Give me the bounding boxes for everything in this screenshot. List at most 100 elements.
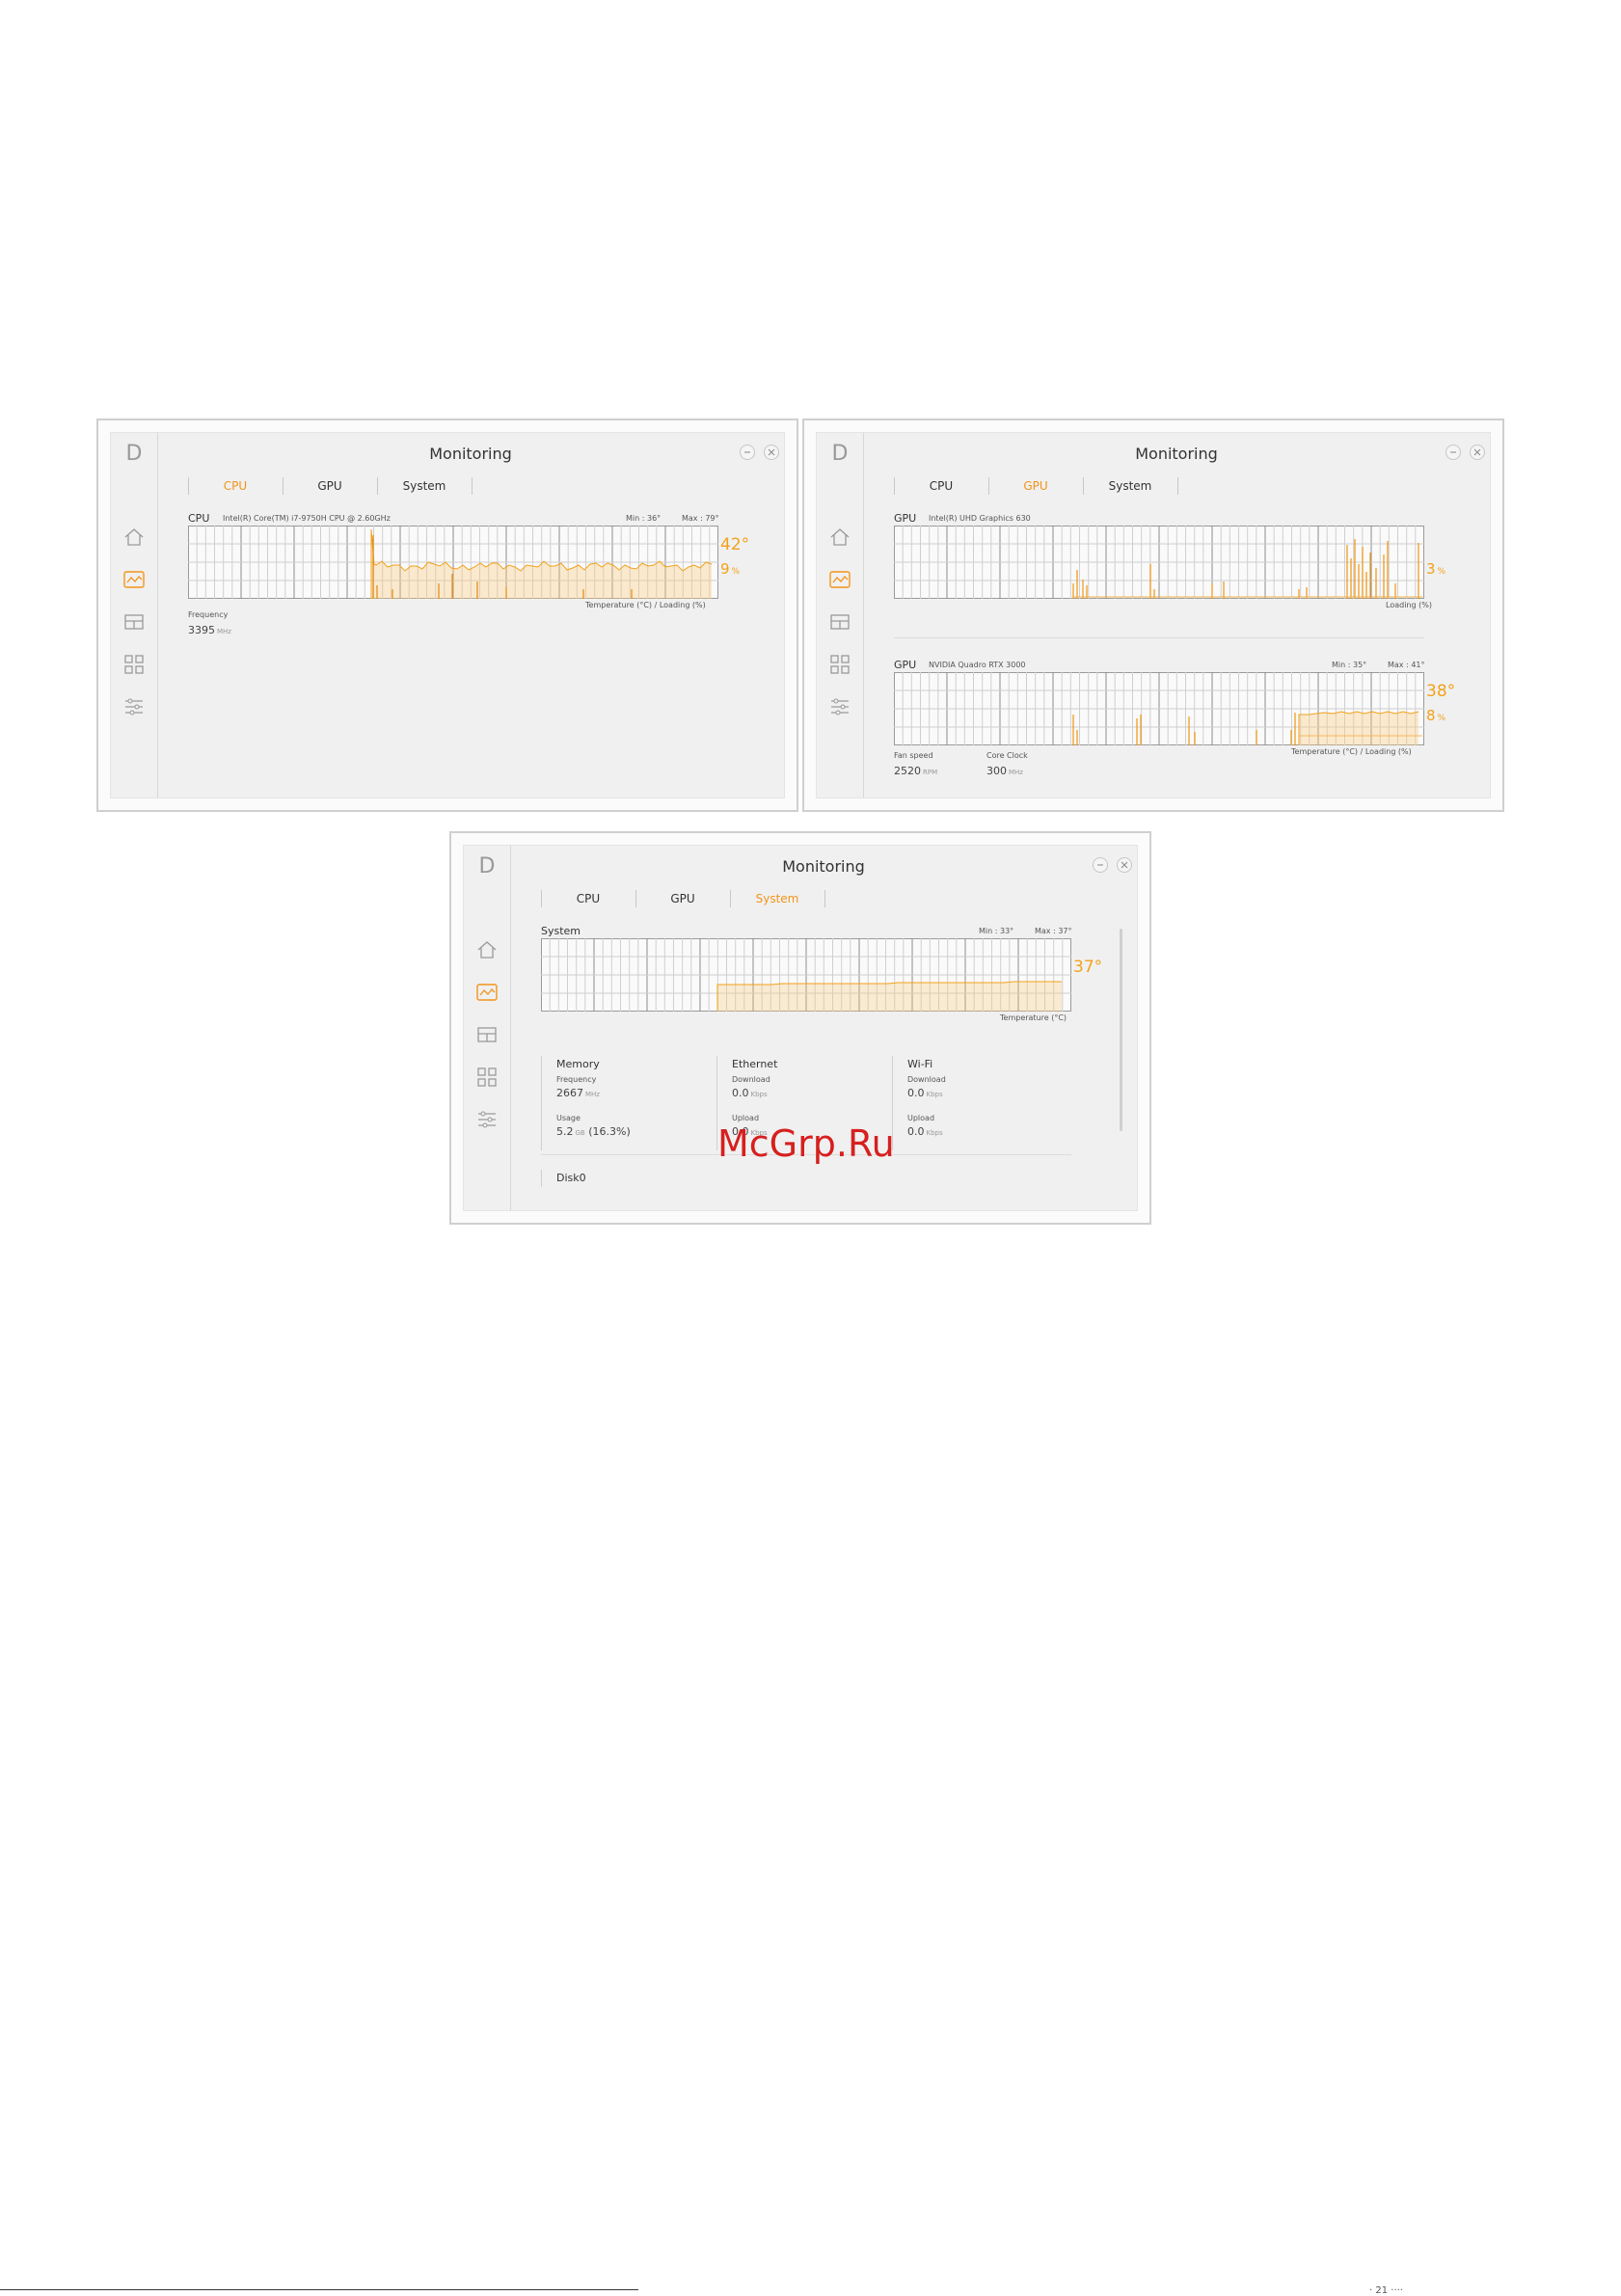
app-logo: D <box>125 442 143 466</box>
monitoring-window: D Monitoring CPU GPU System GPU Intel(R)… <box>816 432 1491 798</box>
memory-usage-value: 5.2 GB (16.3%) <box>556 1125 631 1138</box>
ethernet-download-value: 0.0 Kbps <box>732 1087 768 1099</box>
settings-sliders-icon[interactable] <box>122 695 146 718</box>
sidebar: D <box>817 433 864 797</box>
tab-cpu[interactable]: CPU <box>541 890 635 907</box>
tab-system[interactable]: System <box>1083 477 1177 495</box>
gpu2-temp-max: Max : 41° <box>1388 661 1425 669</box>
cpu-frequency-label: Frequency <box>188 610 229 619</box>
page-footer-text: · 21 ···· <box>1369 2285 1403 2296</box>
window-title: Monitoring <box>429 445 512 463</box>
minimize-icon <box>1097 864 1103 866</box>
screenshot-frame-gpu: D Monitoring CPU GPU System GPU Intel(R)… <box>802 419 1504 812</box>
app-logo: D <box>831 442 849 466</box>
tab-system[interactable]: System <box>377 477 472 495</box>
layout-icon[interactable] <box>828 610 851 634</box>
wifi-download-value: 0.0 Kbps <box>907 1087 943 1099</box>
system-temp-max: Max : 37° <box>1035 927 1072 935</box>
cpu-temp-min: Min : 36° <box>626 514 662 523</box>
monitoring-icon[interactable] <box>475 981 499 1004</box>
fan-speed-value: 2520 RPM <box>894 765 938 777</box>
close-button[interactable] <box>1470 445 1485 460</box>
core-clock-value: 300 MHz <box>986 765 1023 777</box>
monitoring-icon[interactable] <box>122 568 146 591</box>
cpu-model: Intel(R) Core(TM) i7-9750H CPU @ 2.60GHz <box>223 514 391 523</box>
gpu2-section-label: GPU <box>894 659 917 671</box>
system-temp-min: Min : 33° <box>979 927 1014 935</box>
minimize-icon <box>744 451 750 453</box>
wifi-download-label: Download <box>907 1075 946 1084</box>
layout-icon[interactable] <box>475 1023 499 1046</box>
ethernet-upload-label: Upload <box>732 1114 760 1122</box>
tab-system[interactable]: System <box>730 890 824 907</box>
monitoring-icon[interactable] <box>828 568 851 591</box>
close-icon <box>768 448 775 456</box>
gpu1-axis-caption: Loading (%) <box>1386 601 1432 609</box>
cpu-temperature: 42° <box>720 535 750 554</box>
watermark-text: McGrp.Ru <box>717 1122 895 1165</box>
sidebar: D <box>464 846 511 1210</box>
cpu-frequency-value: 3395 MHz <box>188 624 231 636</box>
tab-gpu[interactable]: GPU <box>283 477 377 495</box>
tab-cpu[interactable]: CPU <box>894 477 988 495</box>
cpu-temp-max: Max : 79° <box>682 514 719 523</box>
minimize-icon <box>1450 451 1456 453</box>
cpu-graph <box>188 526 718 599</box>
gpu2-axis-caption: Temperature (°C) / Loading (%) <box>1291 747 1412 756</box>
settings-sliders-icon[interactable] <box>828 695 851 718</box>
close-button[interactable] <box>1117 857 1132 873</box>
gpu2-temperature: 38° <box>1426 682 1456 701</box>
system-section-label: System <box>541 925 581 937</box>
gpu2-loading: 8% <box>1426 707 1446 724</box>
memory-frequency-value: 2667 MHz <box>556 1087 600 1099</box>
settings-sliders-icon[interactable] <box>475 1108 499 1131</box>
wifi-upload-label: Upload <box>907 1114 935 1122</box>
wifi-title: Wi-Fi <box>907 1058 933 1070</box>
ethernet-download-label: Download <box>732 1075 770 1084</box>
memory-title: Memory <box>556 1058 600 1070</box>
gpu1-graph <box>894 526 1424 599</box>
home-icon[interactable] <box>828 526 851 549</box>
system-graph <box>541 938 1071 1012</box>
screenshot-frame-cpu: D Monitoring CPU GPU System CPU Intel(R)… <box>96 419 798 812</box>
page-footer-rule <box>0 2289 638 2290</box>
gpu2-graph <box>894 672 1424 745</box>
tab-gpu[interactable]: GPU <box>988 477 1083 495</box>
core-clock-label: Core Clock <box>986 751 1028 760</box>
app-logo: D <box>478 854 496 878</box>
minimize-button[interactable] <box>1093 857 1108 873</box>
tab-cpu[interactable]: CPU <box>188 477 283 495</box>
layout-icon[interactable] <box>122 610 146 634</box>
minimize-button[interactable] <box>1445 445 1461 460</box>
scrollbar[interactable] <box>1120 929 1122 1131</box>
sidebar: D <box>111 433 158 797</box>
system-temperature: 37° <box>1073 958 1103 977</box>
disk-label: Disk0 <box>556 1172 586 1184</box>
apps-icon[interactable] <box>475 1066 499 1089</box>
close-icon <box>1473 448 1481 456</box>
tab-gpu[interactable]: GPU <box>635 890 730 907</box>
apps-icon[interactable] <box>122 653 146 676</box>
gpu1-model: Intel(R) UHD Graphics 630 <box>929 514 1031 523</box>
memory-frequency-label: Frequency <box>556 1075 597 1084</box>
minimize-button[interactable] <box>740 445 755 460</box>
window-title: Monitoring <box>1135 445 1218 463</box>
close-icon <box>1121 861 1128 869</box>
memory-usage-label: Usage <box>556 1114 581 1122</box>
gpu1-loading: 3% <box>1426 560 1446 578</box>
wifi-upload-value: 0.0 Kbps <box>907 1125 943 1138</box>
close-button[interactable] <box>764 445 779 460</box>
gpu1-section-label: GPU <box>894 512 917 525</box>
screenshot-frame-system: D Monitoring CPU GPU System System Min :… <box>449 831 1151 1225</box>
window-title: Monitoring <box>782 857 865 876</box>
cpu-loading: 9% <box>720 560 741 578</box>
gpu2-model: NVIDIA Quadro RTX 3000 <box>929 661 1026 669</box>
monitoring-window: D Monitoring CPU GPU System CPU Intel(R)… <box>110 432 785 798</box>
gpu2-temp-min: Min : 35° <box>1332 661 1367 669</box>
ethernet-title: Ethernet <box>732 1058 778 1070</box>
fan-speed-label: Fan speed <box>894 751 933 760</box>
apps-icon[interactable] <box>828 653 851 676</box>
home-icon[interactable] <box>475 938 499 961</box>
home-icon[interactable] <box>122 526 146 549</box>
cpu-section-label: CPU <box>188 512 210 525</box>
